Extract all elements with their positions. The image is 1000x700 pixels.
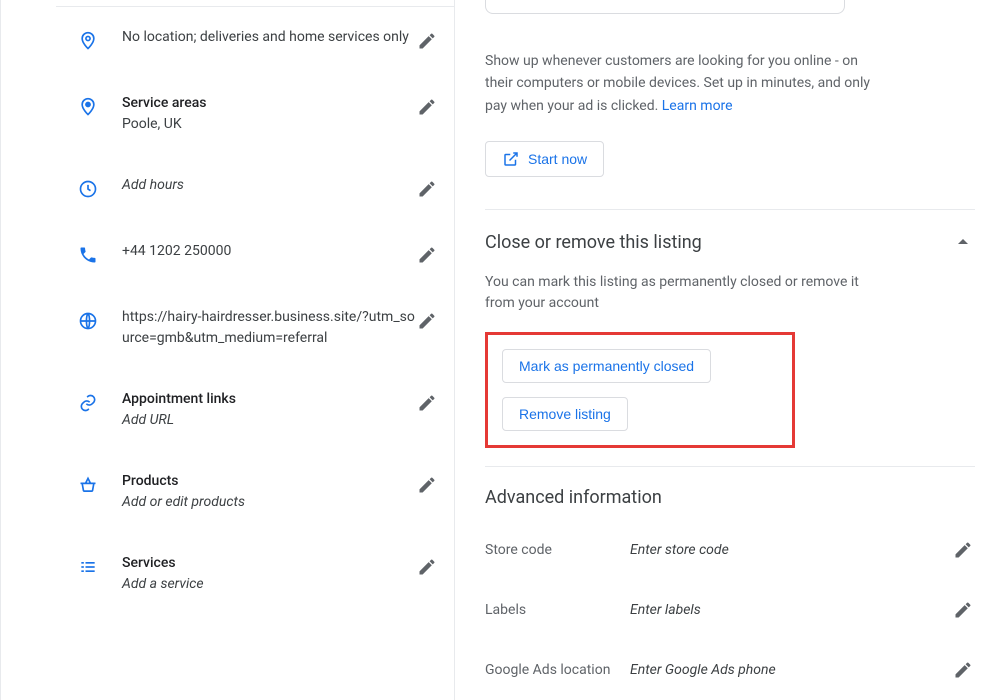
row-website: https://hairy-hairdresser.business.site/… — [76, 287, 439, 369]
service-areas-title: Service areas — [122, 93, 415, 114]
edit-website-button[interactable] — [415, 309, 439, 333]
mark-closed-label: Mark as permanently closed — [519, 358, 694, 374]
remove-listing-button[interactable]: Remove listing — [502, 397, 628, 431]
row-hours: Add hours — [76, 155, 439, 221]
divider — [485, 209, 975, 210]
close-section-header[interactable]: Close or remove this listing — [485, 230, 975, 254]
close-section-description: You can mark this listing as permanently… — [485, 272, 865, 314]
service-area-icon — [76, 95, 100, 119]
row-service-areas: Service areas Poole, UK — [76, 73, 439, 155]
products-title: Products — [122, 471, 415, 492]
gads-label: Google Ads location — [485, 661, 630, 679]
row-labels: Labels Enter labels — [485, 580, 975, 640]
edit-service-areas-button[interactable] — [415, 95, 439, 119]
edit-products-button[interactable] — [415, 473, 439, 497]
labels-label: Labels — [485, 601, 630, 619]
website-text: https://hairy-hairdresser.business.site/… — [122, 307, 415, 349]
row-store-code: Store code Enter store code — [485, 520, 975, 580]
phone-text: +44 1202 250000 — [122, 241, 415, 262]
row-location: No location; deliveries and home service… — [76, 7, 439, 73]
phone-icon — [76, 243, 100, 267]
start-now-label: Start now — [528, 151, 587, 167]
row-google-ads-location: Google Ads location Enter Google Ads pho… — [485, 640, 975, 700]
mark-permanently-closed-button[interactable]: Mark as permanently closed — [502, 349, 711, 383]
basket-icon — [76, 473, 100, 497]
row-phone: +44 1202 250000 — [76, 221, 439, 287]
products-placeholder: Add or edit products — [122, 492, 415, 513]
row-services: Services Add a service — [76, 533, 439, 615]
services-title: Services — [122, 553, 415, 574]
gads-value: Enter Google Ads phone — [630, 662, 951, 678]
edit-appointment-button[interactable] — [415, 391, 439, 415]
divider — [485, 466, 975, 467]
store-code-value: Enter store code — [630, 542, 951, 558]
appt-title: Appointment links — [122, 389, 415, 410]
clock-icon — [76, 177, 100, 201]
service-areas-value: Poole, UK — [122, 114, 415, 135]
edit-gads-button[interactable] — [951, 658, 975, 682]
remove-listing-label: Remove listing — [519, 406, 611, 422]
ads-description: Show up whenever customers are looking f… — [485, 50, 885, 117]
row-products: Products Add or edit products — [76, 451, 439, 533]
labels-value: Enter labels — [630, 602, 951, 618]
edit-location-button[interactable] — [415, 29, 439, 53]
edit-services-button[interactable] — [415, 555, 439, 579]
open-in-new-icon — [502, 150, 520, 168]
learn-more-link[interactable]: Learn more — [662, 98, 733, 114]
advanced-title: Advanced information — [485, 487, 975, 508]
close-remove-highlight-box: Mark as permanently closed Remove listin… — [485, 332, 795, 448]
location-pin-icon — [76, 29, 100, 53]
services-placeholder: Add a service — [122, 574, 415, 595]
link-icon — [76, 391, 100, 415]
start-now-button[interactable]: Start now — [485, 141, 604, 177]
appt-placeholder: Add URL — [122, 410, 415, 431]
edit-phone-button[interactable] — [415, 243, 439, 267]
ad-preview-card-bottom — [485, 0, 845, 14]
edit-hours-button[interactable] — [415, 177, 439, 201]
edit-labels-button[interactable] — [951, 598, 975, 622]
row-appointment-links: Appointment links Add URL — [76, 369, 439, 451]
chevron-up-icon — [951, 230, 975, 254]
store-code-label: Store code — [485, 541, 630, 559]
close-section-title: Close or remove this listing — [485, 232, 702, 253]
globe-icon — [76, 309, 100, 333]
edit-store-code-button[interactable] — [951, 538, 975, 562]
hours-placeholder: Add hours — [122, 175, 415, 196]
location-text: No location; deliveries and home service… — [122, 27, 415, 48]
list-icon — [76, 555, 100, 579]
